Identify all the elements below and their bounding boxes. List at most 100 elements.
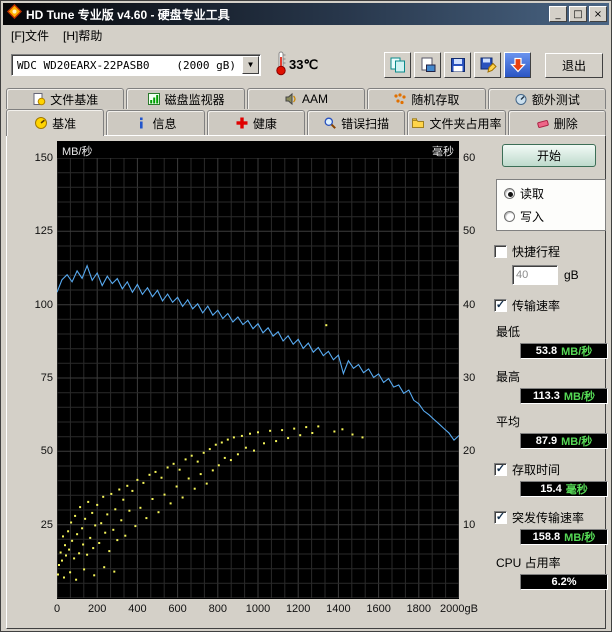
tabrow-primary: 基准 信息 健康 错误扫描 文件夹占用率 删除 bbox=[3, 109, 609, 135]
health-cross-icon bbox=[235, 116, 249, 130]
x-tick: 1200 bbox=[276, 603, 320, 615]
menu-help[interactable]: [H]帮助 bbox=[63, 27, 102, 44]
short-stroke-checkbox-box[interactable]: ✓ bbox=[494, 245, 507, 258]
burst-rate-value: 158.8 bbox=[533, 531, 561, 543]
start-button[interactable]: 开始 bbox=[502, 144, 596, 167]
short-stroke-checkbox[interactable]: ✓ 快捷行程 bbox=[494, 243, 610, 260]
tab-extra-tests[interactable]: 额外测试 bbox=[488, 88, 606, 109]
menubar: [F]文件 [H]帮助 bbox=[3, 25, 609, 45]
burst-rate-label: 突发传输速率 bbox=[512, 509, 584, 526]
check-icon: ✓ bbox=[496, 464, 505, 474]
benchmark-page: MB/秒 毫秒 15012510075502560504030201002004… bbox=[6, 135, 606, 629]
access-time-checkbox[interactable]: ✓ 存取时间 bbox=[494, 461, 610, 478]
tab-random-access[interactable]: 随机存取 bbox=[367, 88, 485, 109]
tab-label: 文件夹占用率 bbox=[429, 115, 501, 132]
access-time-value: 15.4 bbox=[540, 483, 561, 495]
x-tick: 200 bbox=[75, 603, 119, 615]
avg-label: 平均 bbox=[496, 413, 610, 430]
titlebar: HD Tune 专业版 v4.60 - 硬盘专业工具 _ □ × bbox=[3, 3, 609, 25]
y-right-tick: 40 bbox=[463, 299, 493, 311]
y-left-tick: 50 bbox=[19, 445, 53, 457]
read-radio-circle[interactable] bbox=[504, 188, 515, 199]
y-left-tick: 150 bbox=[19, 152, 53, 164]
y-left-tick: 125 bbox=[19, 225, 53, 237]
transfer-rate-checkbox[interactable]: ✓ 传输速率 bbox=[494, 297, 610, 314]
maximize-button[interactable]: □ bbox=[569, 6, 587, 22]
drive-model: WDC WD20EARX-22PASB0 bbox=[17, 59, 149, 72]
avg-unit: MB/秒 bbox=[561, 433, 592, 449]
max-label: 最高 bbox=[496, 368, 610, 385]
tab-label: 随机存取 bbox=[411, 91, 459, 108]
minimize-button[interactable]: _ bbox=[549, 6, 567, 22]
burst-rate-checkbox[interactable]: ✓ 突发传输速率 bbox=[494, 509, 610, 526]
save-as-button[interactable] bbox=[474, 52, 501, 78]
tab-label: 错误扫描 bbox=[341, 115, 389, 132]
x-tick: 1800 bbox=[397, 603, 441, 615]
transfer-rate-label: 传输速率 bbox=[512, 297, 560, 314]
tab-label: 磁盘监视器 bbox=[165, 91, 225, 108]
y-right-tick: 20 bbox=[463, 445, 493, 457]
tab-file-benchmark[interactable]: 文件基准 bbox=[6, 88, 124, 109]
tab-aam[interactable]: AAM bbox=[247, 88, 365, 109]
transfer-rate-checkbox-box[interactable]: ✓ bbox=[494, 299, 507, 312]
access-time-label: 存取时间 bbox=[512, 461, 560, 478]
burst-rate-readout: 158.8 MB/秒 bbox=[520, 529, 608, 545]
max-readout: 113.3 MB/秒 bbox=[520, 388, 608, 404]
copy-pages-icon bbox=[389, 56, 407, 74]
drive-capacity: (2000 gB) bbox=[176, 59, 236, 72]
x-tick: 600 bbox=[156, 603, 200, 615]
x-tick: 0 bbox=[35, 603, 79, 615]
burst-rate-checkbox-box[interactable]: ✓ bbox=[494, 511, 507, 524]
window-title: HD Tune 专业版 v4.60 - 硬盘专业工具 bbox=[26, 6, 545, 23]
y-right-axis-label: 毫秒 bbox=[432, 143, 454, 159]
random-access-icon bbox=[393, 92, 407, 106]
tab-health[interactable]: 健康 bbox=[207, 110, 305, 135]
read-radio[interactable]: 读取 bbox=[504, 185, 598, 202]
short-stroke-label: 快捷行程 bbox=[512, 243, 560, 260]
tab-label: 文件基准 bbox=[50, 91, 98, 108]
tab-disk-monitor[interactable]: 磁盘监视器 bbox=[126, 88, 244, 109]
magnifier-icon bbox=[323, 116, 337, 130]
write-radio-circle[interactable] bbox=[504, 211, 515, 222]
info-icon bbox=[134, 116, 148, 130]
check-icon: ✓ bbox=[496, 512, 505, 522]
tab-error-scan[interactable]: 错误扫描 bbox=[307, 110, 405, 135]
exit-button[interactable]: 退出 bbox=[545, 53, 603, 78]
download-button[interactable] bbox=[504, 52, 531, 78]
close-button[interactable]: × bbox=[589, 6, 607, 22]
floppy-pencil-icon bbox=[479, 56, 497, 74]
access-time-checkbox-box[interactable]: ✓ bbox=[494, 463, 507, 476]
x-tick: 2000gB bbox=[437, 603, 481, 615]
benchmark-plot bbox=[57, 158, 459, 598]
write-radio[interactable]: 写入 bbox=[504, 208, 598, 225]
x-tick: 1400 bbox=[316, 603, 360, 615]
drive-select[interactable]: WDC WD20EARX-22PASB0 (2000 gB) ▼ bbox=[11, 54, 261, 76]
tab-folder-usage[interactable]: 文件夹占用率 bbox=[407, 110, 505, 135]
tab-label: 健康 bbox=[253, 115, 277, 132]
x-tick: 1600 bbox=[357, 603, 401, 615]
tab-info[interactable]: 信息 bbox=[106, 110, 204, 135]
read-radio-label: 读取 bbox=[520, 185, 544, 202]
access-time-readout: 15.4 毫秒 bbox=[520, 481, 608, 497]
copy-screenshot-button[interactable] bbox=[414, 52, 441, 78]
cpu-usage-readout: 6.2% bbox=[520, 574, 608, 590]
floppy-icon bbox=[449, 56, 467, 74]
folder-icon bbox=[411, 116, 425, 130]
y-left-tick: 100 bbox=[19, 299, 53, 311]
min-unit: MB/秒 bbox=[561, 343, 592, 359]
tab-benchmark[interactable]: 基准 bbox=[6, 109, 104, 136]
save-button[interactable] bbox=[444, 52, 471, 78]
short-stroke-length-input[interactable] bbox=[512, 265, 558, 285]
min-label: 最低 bbox=[496, 323, 610, 340]
tab-erase[interactable]: 删除 bbox=[508, 110, 606, 135]
menu-file[interactable]: [F]文件 bbox=[11, 27, 49, 44]
chevron-down-icon[interactable]: ▼ bbox=[242, 56, 259, 74]
copy-button[interactable] bbox=[384, 52, 411, 78]
y-right-tick: 50 bbox=[463, 225, 493, 237]
file-benchmark-icon bbox=[32, 92, 46, 106]
access-time-unit: 毫秒 bbox=[566, 481, 588, 497]
cpu-usage-value: 6.2% bbox=[551, 576, 576, 588]
burst-rate-unit: MB/秒 bbox=[564, 529, 595, 545]
cpu-usage-label: CPU 占用率 bbox=[496, 554, 610, 571]
avg-readout: 87.9 MB/秒 bbox=[520, 433, 608, 449]
